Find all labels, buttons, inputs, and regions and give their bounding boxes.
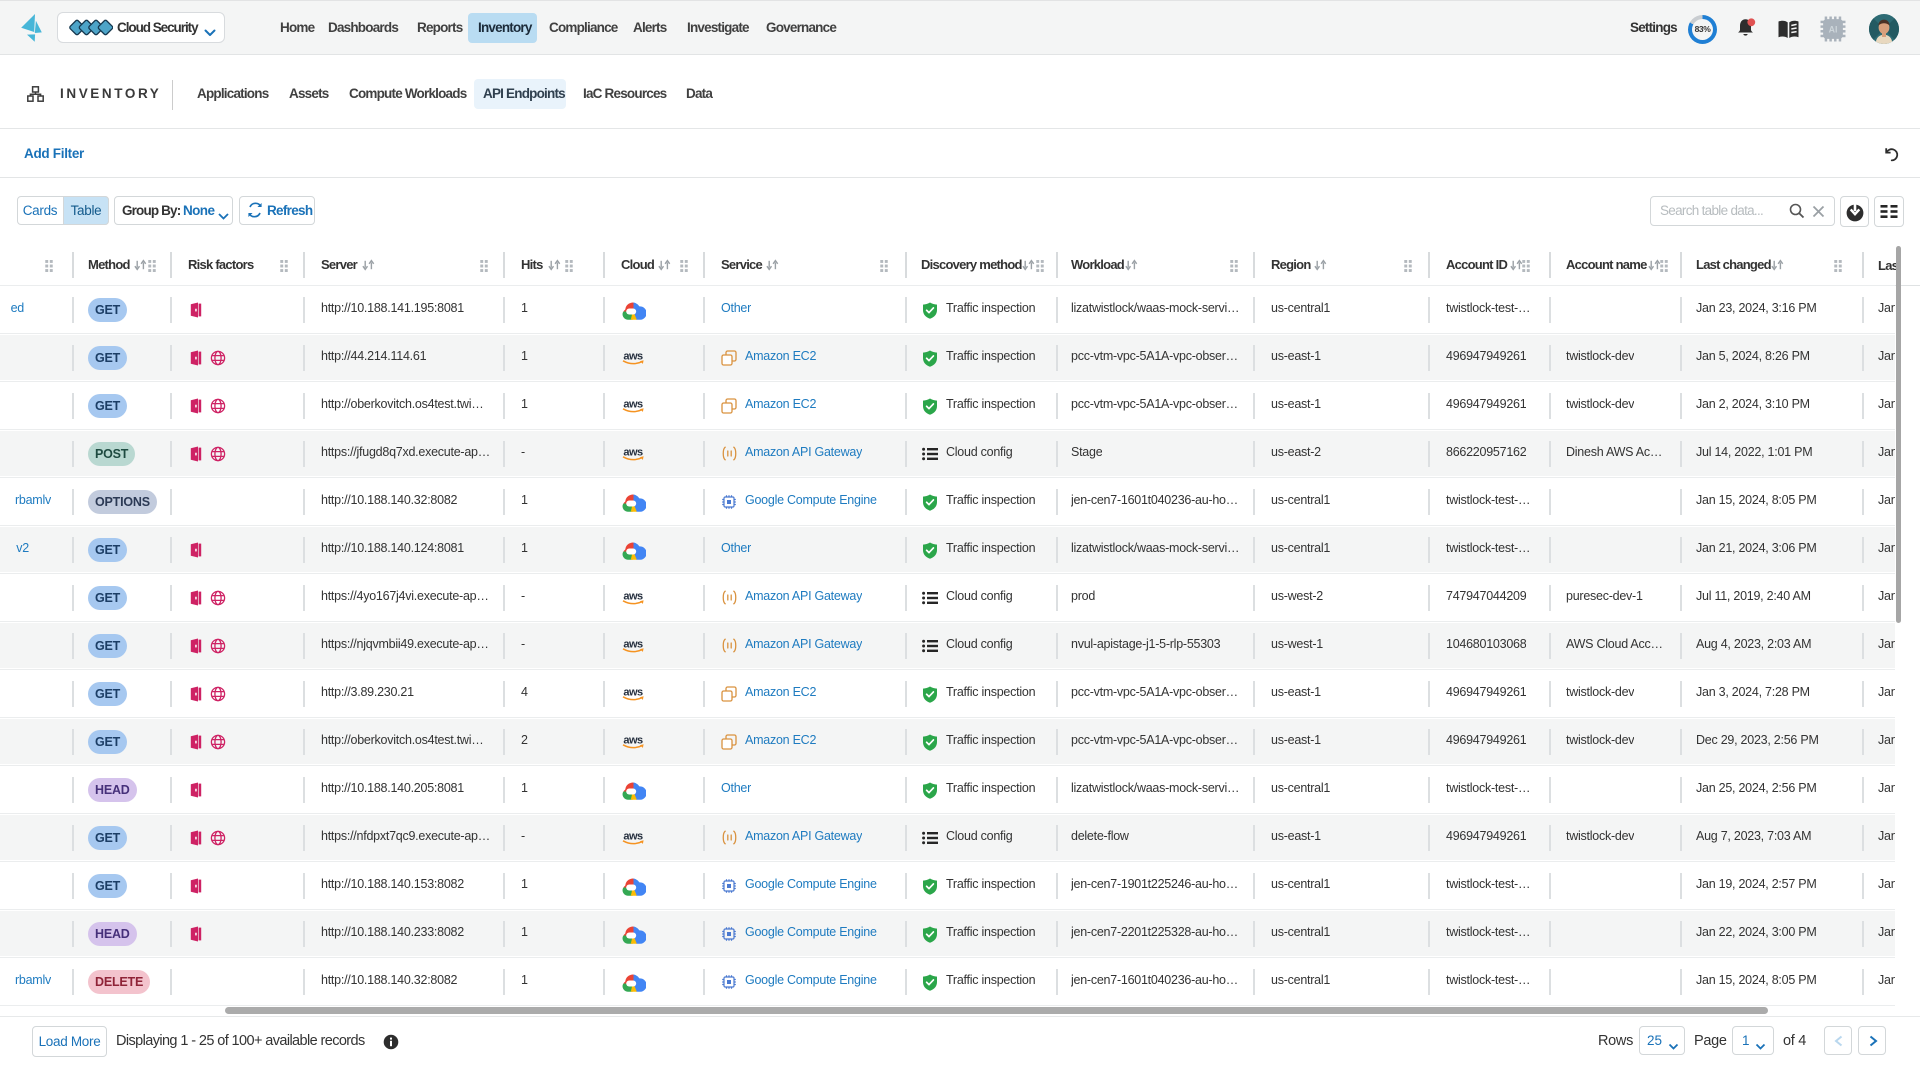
svg-text:aws: aws	[623, 735, 643, 747]
svg-text:aws: aws	[623, 591, 643, 603]
svg-text:aws: aws	[623, 399, 643, 411]
svg-text:aws: aws	[623, 351, 643, 363]
svg-text:aws: aws	[623, 831, 643, 843]
svg-text:aws: aws	[623, 447, 643, 459]
svg-text:AI: AI	[1829, 25, 1838, 35]
svg-text:aws: aws	[623, 687, 643, 699]
svg-text:aws: aws	[623, 639, 643, 651]
